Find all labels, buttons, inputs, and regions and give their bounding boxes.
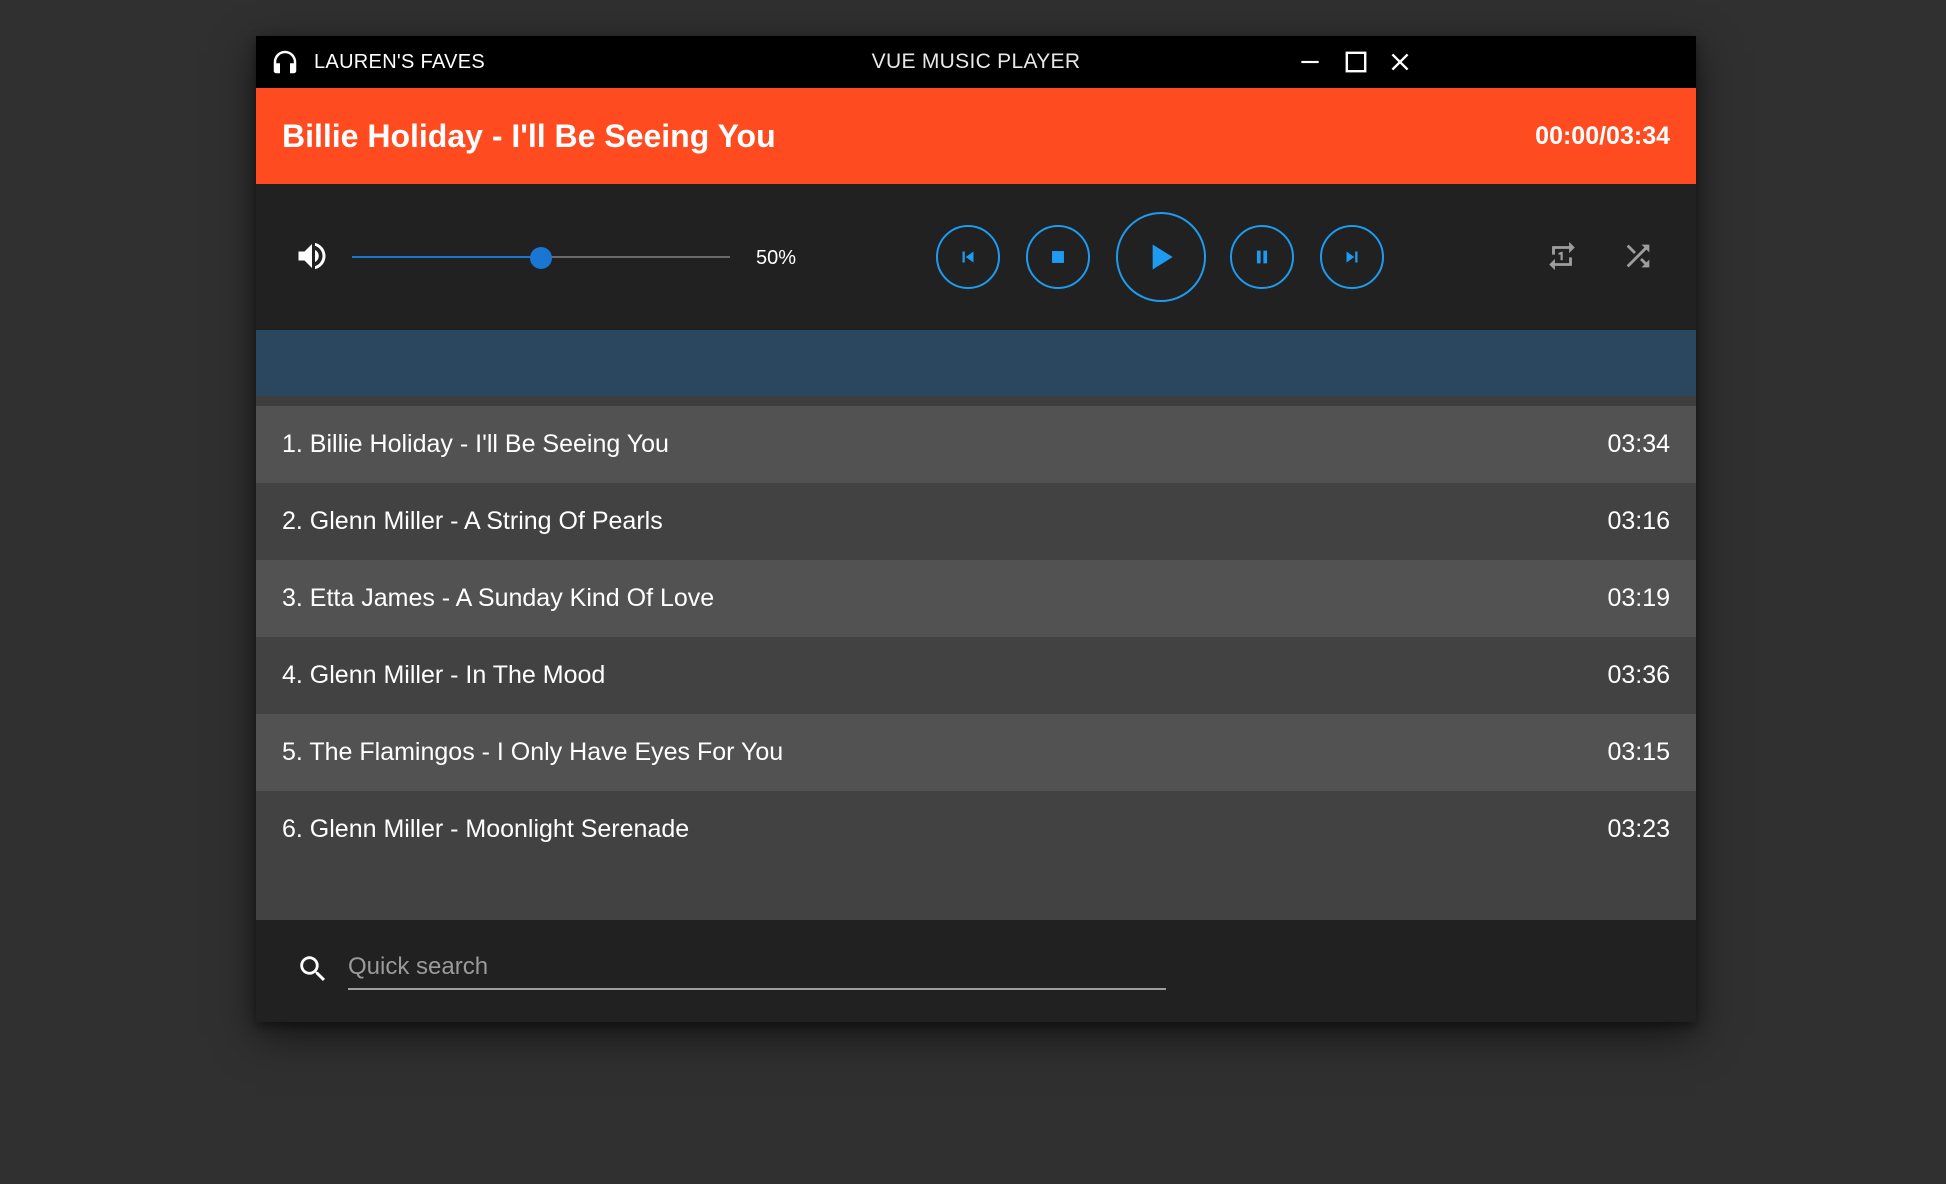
track-label: 2. Glenn Miller - A String Of Pearls xyxy=(282,507,663,535)
track-label: 6. Glenn Miller - Moonlight Serenade xyxy=(282,815,690,843)
pause-button[interactable] xyxy=(1230,225,1294,289)
track-label: 3. Etta James - A Sunday Kind Of Love xyxy=(282,584,715,612)
track-duration: 03:15 xyxy=(1607,738,1670,766)
maximize-icon xyxy=(1345,51,1367,73)
stop-icon xyxy=(1052,251,1064,263)
now-playing-time: 00:00/03:34 xyxy=(1535,122,1670,150)
stop-button[interactable] xyxy=(1026,225,1090,289)
now-playing-title: Billie Holiday - I'll Be Seeing You xyxy=(282,118,776,154)
pause-icon xyxy=(1256,250,1268,264)
playlist-item[interactable]: 6. Glenn Miller - Moonlight Serenade 03:… xyxy=(256,791,1696,868)
playlist-item[interactable]: 1. Billie Holiday - I'll Be Seeing You 0… xyxy=(256,406,1696,483)
repeat-button[interactable] xyxy=(1542,236,1582,276)
playlist-item[interactable]: 4. Glenn Miller - In The Mood 03:36 xyxy=(256,637,1696,714)
track-duration: 03:16 xyxy=(1607,507,1670,535)
track-label: 5. The Flamingos - I Only Have Eyes For … xyxy=(282,738,784,766)
volume-thumb[interactable] xyxy=(530,247,552,269)
playlist-divider xyxy=(256,396,1696,406)
title-bar: LAUREN'S FAVES VUE MUSIC PLAYER xyxy=(256,36,1696,88)
track-duration: 03:34 xyxy=(1607,430,1670,458)
close-button[interactable] xyxy=(1384,46,1416,78)
music-player-window: LAUREN'S FAVES VUE MUSIC PLAYER Billie H… xyxy=(256,36,1696,1022)
maximize-button[interactable] xyxy=(1340,46,1372,78)
track-duration: 03:36 xyxy=(1607,661,1670,689)
minimize-icon xyxy=(1301,60,1319,64)
volume-fill xyxy=(352,256,541,258)
next-button[interactable] xyxy=(1320,225,1384,289)
now-playing-bar: Billie Holiday - I'll Be Seeing You 00:0… xyxy=(256,88,1696,184)
close-icon xyxy=(1391,53,1409,71)
search-bar xyxy=(256,920,1696,1022)
track-duration: 03:23 xyxy=(1607,815,1670,843)
play-button[interactable] xyxy=(1116,212,1206,302)
player-controls: 50% xyxy=(256,184,1696,330)
playlist-header xyxy=(256,330,1696,396)
volume-percent: 50% xyxy=(756,247,797,269)
previous-button[interactable] xyxy=(936,225,1000,289)
volume-slider[interactable] xyxy=(352,240,730,274)
skip-previous-icon xyxy=(962,251,974,263)
search-icon xyxy=(300,956,326,982)
volume-icon[interactable] xyxy=(294,238,330,274)
shuffle-icon xyxy=(1626,244,1650,268)
track-duration: 03:19 xyxy=(1607,584,1670,612)
skip-next-icon xyxy=(1346,251,1358,263)
playlist: 1. Billie Holiday - I'll Be Seeing You 0… xyxy=(256,406,1696,920)
play-icon xyxy=(1152,244,1173,270)
playlist-item[interactable]: 5. The Flamingos - I Only Have Eyes For … xyxy=(256,714,1696,791)
repeat-icon xyxy=(1549,241,1575,271)
search-input[interactable] xyxy=(348,946,1166,990)
shuffle-button[interactable] xyxy=(1618,236,1658,276)
playlist-item[interactable]: 3. Etta James - A Sunday Kind Of Love 03… xyxy=(256,560,1696,637)
app-title: VUE MUSIC PLAYER xyxy=(871,50,1081,73)
minimize-button[interactable] xyxy=(1294,46,1326,78)
track-label: 4. Glenn Miller - In The Mood xyxy=(282,661,606,689)
track-label: 1. Billie Holiday - I'll Be Seeing You xyxy=(282,430,669,458)
playlist-item[interactable]: 2. Glenn Miller - A String Of Pearls 03:… xyxy=(256,483,1696,560)
